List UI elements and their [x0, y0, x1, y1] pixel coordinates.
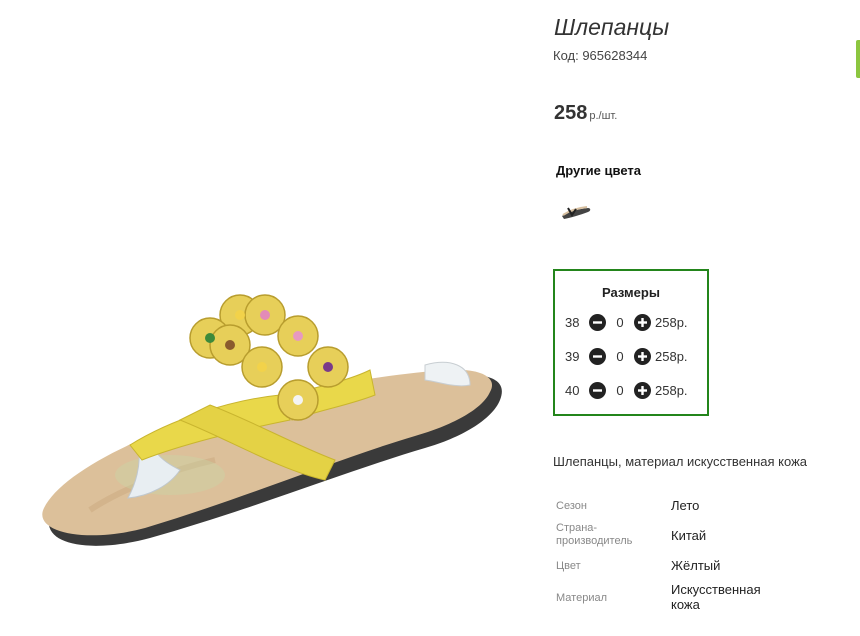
quantity-value: 0: [616, 348, 624, 364]
quantity-value: 0: [616, 382, 624, 398]
sizes-title: Размеры: [602, 285, 660, 300]
spec-value: Искусственная кожа: [671, 582, 761, 612]
decrease-button[interactable]: [589, 347, 606, 365]
product-image: [42, 294, 502, 546]
product-description: Шлепанцы, материал искусственная кожа: [553, 454, 808, 469]
size-price: 258р.: [655, 314, 688, 330]
size-number: 38: [565, 314, 580, 330]
color-variant-thumbnail[interactable]: [560, 200, 592, 222]
product-price: 258 р./шт.: [554, 102, 617, 125]
spec-value: Лето: [671, 498, 700, 513]
spec-label: Цвет: [556, 560, 581, 572]
increase-button[interactable]: [634, 347, 651, 365]
size-price: 258р.: [655, 348, 688, 364]
increase-button[interactable]: [634, 313, 651, 331]
size-row: 38 0 258р.: [565, 312, 688, 332]
minus-icon: [593, 320, 602, 324]
price-value: 258: [554, 102, 588, 124]
spec-label: Страна-производитель: [556, 522, 633, 547]
spec-value: Китай: [671, 528, 707, 543]
other-colors-title: Другие цвета: [556, 163, 641, 178]
plus-icon: [638, 385, 647, 395]
spec-label: Сезон: [556, 500, 587, 512]
product-code: Код: 965628344: [553, 48, 648, 63]
plus-icon: [638, 317, 647, 327]
size-row: 39 0 258р.: [565, 346, 688, 366]
sizes-panel: Размеры 38 0 258р. 39 0 258р. 40 0 258р.: [553, 269, 709, 416]
product-page: Шлепанцы Код: 965628344 258 р./шт. Другие…: [0, 0, 860, 636]
product-title: Шлепанцы: [554, 14, 670, 40]
spec-value: Жёлтый: [671, 558, 721, 573]
size-number: 39: [565, 348, 580, 364]
quantity-value: 0: [616, 314, 624, 330]
price-unit: р./шт.: [589, 110, 618, 122]
size-number: 40: [565, 382, 580, 398]
decrease-button[interactable]: [589, 313, 606, 331]
size-price: 258р.: [655, 382, 688, 398]
decrease-button[interactable]: [589, 381, 606, 399]
plus-icon: [638, 351, 647, 361]
spec-label: Материал: [556, 592, 607, 604]
side-tab[interactable]: [856, 40, 860, 78]
size-row: 40 0 258р.: [565, 380, 688, 400]
minus-icon: [593, 388, 602, 392]
increase-button[interactable]: [634, 381, 651, 399]
minus-icon: [593, 354, 602, 358]
